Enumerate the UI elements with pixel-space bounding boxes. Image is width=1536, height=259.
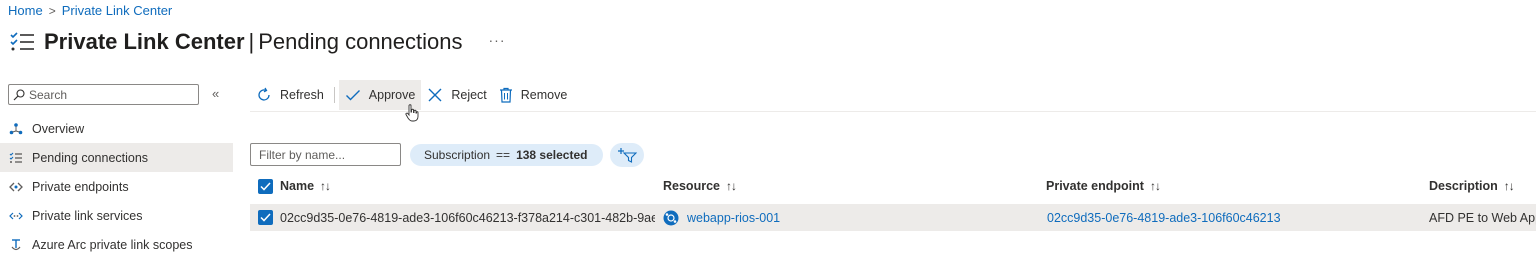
refresh-icon (258, 87, 270, 101)
page-title-bold: Private Link Center (44, 29, 245, 54)
page-title: Private Link Center | Pending connections (44, 29, 463, 55)
sort-icon[interactable]: ↑↓ (320, 179, 331, 193)
column-header-resource[interactable]: Resource ↑↓ (663, 175, 737, 197)
table-header: Name ↑↓ Resource ↑↓ Private endpoint ↑↓ … (250, 175, 1536, 197)
column-title: Resource (663, 179, 720, 193)
sidebar-item-overview[interactable]: Overview (0, 114, 233, 143)
add-filter-button[interactable] (610, 143, 644, 167)
search-input[interactable] (25, 87, 189, 102)
page-title-rest: Pending connections (258, 29, 463, 54)
refresh-label: Refresh (280, 88, 324, 102)
column-title: Description (1429, 179, 1498, 193)
sidebar-item-label: Azure Arc private link scopes (32, 237, 193, 252)
private-endpoint-link[interactable]: 02cc9d35-0e76-4819-ade3-106f60c46213 (1047, 211, 1281, 225)
column-header-description[interactable]: Description ↑↓ (1429, 175, 1515, 197)
pending-list-icon (10, 32, 34, 51)
private-link-services-icon (9, 212, 23, 219)
sidebar-item-private-link-services[interactable]: Private link services (0, 201, 233, 230)
sidebar-search[interactable] (8, 84, 199, 105)
refresh-button[interactable]: Refresh (250, 80, 330, 110)
title-row: Private Link Center | Pending connections … (8, 28, 506, 56)
sidebar-nav: Overview Pending connections Private end… (0, 114, 233, 259)
breadcrumb-private-link-center[interactable]: Private Link Center (62, 3, 173, 18)
toolbar-divider (333, 87, 335, 103)
resource-link[interactable]: webapp-rios-001 (687, 211, 780, 225)
cell-name: 02cc9d35-0e76-4819-ade3-106f60c46213-f37… (280, 210, 655, 225)
add-filter-icon (618, 148, 637, 163)
toolbar-divider-line (250, 111, 1536, 112)
collapse-sidebar-button[interactable]: « (212, 86, 219, 101)
sort-icon[interactable]: ↑↓ (1150, 179, 1161, 193)
sidebar-item-label: Private link services (32, 208, 143, 223)
checkmark-icon (260, 213, 271, 222)
column-header-name[interactable]: Name ↑↓ (280, 175, 331, 197)
more-options-button[interactable]: ··· (489, 32, 506, 48)
sidebar-item-label: Private endpoints (32, 179, 129, 194)
breadcrumb: Home > Private Link Center (8, 3, 172, 18)
cell-resource: webapp-rios-001 (663, 204, 780, 231)
breadcrumb-home[interactable]: Home (8, 3, 43, 18)
table-row[interactable]: 02cc9d35-0e76-4819-ade3-106f60c46213-f37… (250, 204, 1536, 231)
hand-cursor-icon (405, 104, 419, 122)
sidebar-item-label: Pending connections (32, 150, 149, 165)
checkmark-icon (260, 181, 271, 191)
search-icon (13, 88, 25, 100)
reject-label: Reject (451, 88, 487, 102)
cell-description: AFD PE to Web App (1429, 210, 1536, 225)
filter-by-name-input[interactable] (250, 143, 401, 166)
checkmark-icon (345, 90, 360, 101)
column-title: Private endpoint (1046, 179, 1144, 193)
filter-value: 138 selected (516, 148, 588, 162)
private-endpoints-icon (9, 182, 23, 191)
arc-scopes-icon (11, 238, 21, 250)
row-checkbox[interactable] (258, 210, 273, 225)
reject-button[interactable]: Reject (421, 80, 492, 110)
filter-operator: == (496, 148, 511, 162)
title-separator: | (248, 29, 255, 54)
cell-private-endpoint: 02cc9d35-0e76-4819-ade3-106f60c46213 (1047, 204, 1281, 231)
filter-field: Subscription (424, 148, 491, 162)
trash-icon (499, 87, 512, 103)
remove-label: Remove (520, 88, 568, 102)
chevron-right-icon: > (48, 3, 56, 18)
sort-icon[interactable]: ↑↓ (726, 179, 737, 193)
sort-icon[interactable]: ↑↓ (1504, 179, 1515, 193)
subscription-filter-pill[interactable]: Subscription == 138 selected (410, 144, 604, 166)
remove-button[interactable]: Remove (493, 80, 574, 110)
column-title: Name (280, 179, 315, 193)
sidebar-item-private-endpoints[interactable]: Private endpoints (0, 172, 233, 201)
select-all-checkbox[interactable] (258, 175, 273, 197)
sidebar-item-pending-connections[interactable]: Pending connections (0, 143, 233, 172)
sidebar-item-label: Overview (32, 121, 85, 136)
row-checkbox-cell (258, 204, 273, 231)
pending-connections-icon (9, 152, 22, 163)
approve-label: Approve (368, 88, 416, 102)
column-header-private-endpoint[interactable]: Private endpoint ↑↓ (1046, 175, 1161, 197)
sidebar-item-arc-private-link-scopes[interactable]: Azure Arc private link scopes (0, 230, 233, 259)
close-icon (428, 88, 442, 102)
overview-icon (9, 122, 23, 134)
checkbox[interactable] (258, 178, 273, 194)
web-app-icon (663, 210, 679, 225)
